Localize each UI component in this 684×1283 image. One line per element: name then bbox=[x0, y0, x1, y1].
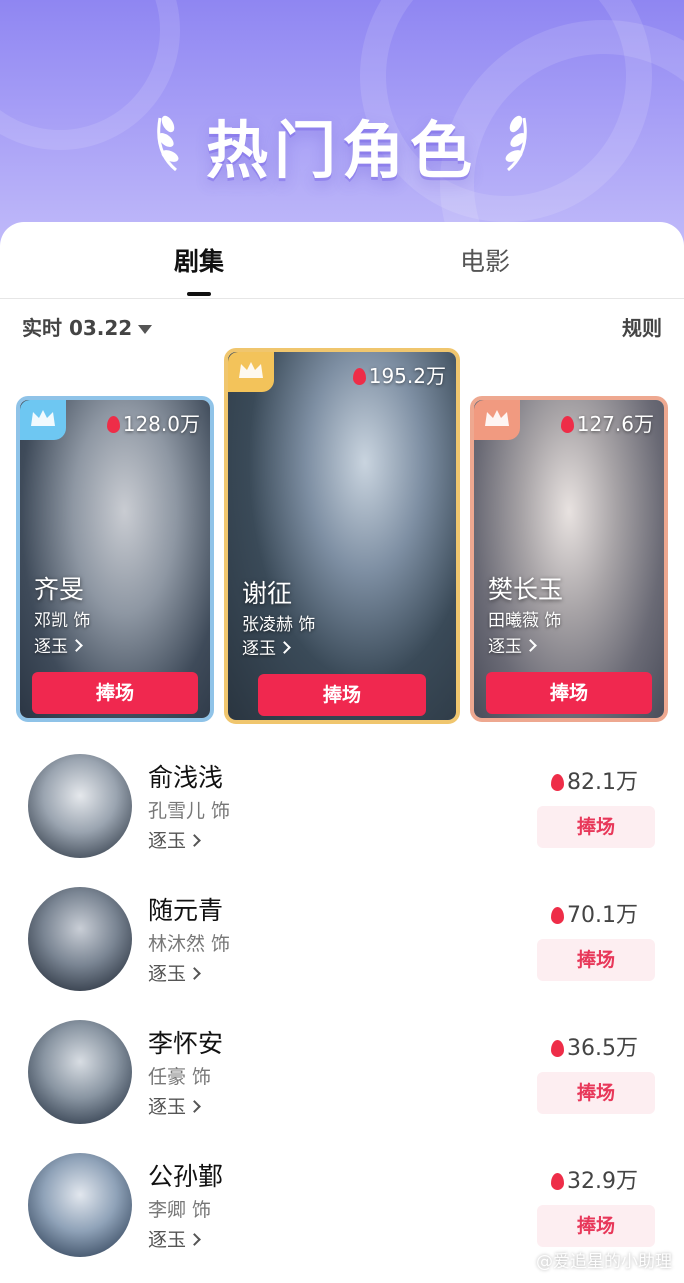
flame-icon bbox=[106, 416, 120, 433]
character-name: 李怀安 bbox=[148, 1029, 224, 1058]
cheer-button[interactable]: 捧场 bbox=[537, 806, 655, 848]
actor-name: 孔雪儿 饰 bbox=[148, 800, 231, 822]
character-photo bbox=[20, 400, 210, 718]
avatar bbox=[28, 1020, 132, 1124]
flame-icon bbox=[551, 1173, 564, 1190]
flame-icon bbox=[551, 774, 564, 791]
flame-icon bbox=[551, 1040, 564, 1057]
show-link[interactable]: 逐玉 bbox=[242, 634, 291, 659]
heat-value: 70.1万 bbox=[551, 897, 638, 929]
character-name: 俞浅浅 bbox=[148, 763, 224, 792]
character-name: 公孙鄞 bbox=[148, 1162, 224, 1191]
watermark: @爱追星的小助理 bbox=[536, 1252, 672, 1272]
cheer-button[interactable]: 捧场 bbox=[486, 672, 652, 714]
tab-series[interactable]: 剧集 bbox=[174, 242, 224, 278]
top-card-rank-1[interactable]: 195.2万 谢征 张凌赫 饰 逐玉 捧场 bbox=[224, 348, 460, 724]
heat-value: 82.1万 bbox=[551, 764, 638, 796]
heat-value: 32.9万 bbox=[551, 1163, 638, 1195]
actor-name: 张凌赫 饰 bbox=[242, 615, 316, 635]
avatar bbox=[28, 754, 132, 858]
list-item[interactable]: 随元青 林沐然 饰 逐玉 70.1万 捧场 bbox=[0, 887, 684, 1017]
top-card-rank-3[interactable]: 127.6万 樊长玉 田曦薇 饰 逐玉 捧场 bbox=[470, 396, 668, 722]
show-link[interactable]: 逐玉 bbox=[148, 1225, 201, 1252]
active-tab-indicator bbox=[187, 292, 211, 296]
show-link[interactable]: 逐玉 bbox=[34, 632, 83, 657]
character-name: 谢征 bbox=[242, 579, 293, 608]
chevron-right-icon bbox=[70, 639, 83, 652]
tab-movies[interactable]: 电影 bbox=[460, 242, 510, 278]
character-photo bbox=[474, 400, 664, 718]
character-name: 齐旻 bbox=[34, 575, 85, 604]
actor-name: 田曦薇 饰 bbox=[488, 611, 562, 631]
actor-name: 邓凯 饰 bbox=[34, 611, 91, 631]
actor-name: 任豪 饰 bbox=[148, 1066, 212, 1088]
crown-icon bbox=[239, 362, 263, 378]
heat-value: 128.0万 bbox=[106, 408, 200, 437]
avatar bbox=[28, 1153, 132, 1257]
heat-value: 127.6万 bbox=[560, 408, 654, 437]
actor-name: 李卿 饰 bbox=[148, 1199, 212, 1221]
date-selector[interactable]: 实时 03.22 bbox=[22, 312, 153, 341]
chevron-right-icon bbox=[188, 1100, 201, 1113]
cheer-button[interactable]: 捧场 bbox=[537, 1072, 655, 1114]
heat-value: 195.2万 bbox=[352, 360, 446, 389]
chevron-right-icon bbox=[188, 967, 201, 980]
heat-value: 36.5万 bbox=[551, 1030, 638, 1062]
character-photo bbox=[228, 352, 456, 720]
cheer-button[interactable]: 捧场 bbox=[32, 672, 198, 714]
flame-icon bbox=[352, 368, 366, 385]
show-link[interactable]: 逐玉 bbox=[148, 959, 201, 986]
category-tabs: 剧集 电影 bbox=[0, 222, 684, 299]
rules-link[interactable]: 规则 bbox=[622, 312, 662, 341]
character-name: 随元青 bbox=[148, 896, 224, 925]
chevron-down-icon bbox=[138, 325, 153, 334]
page-title: 热门角色 bbox=[205, 114, 478, 187]
show-link[interactable]: 逐玉 bbox=[148, 826, 201, 853]
list-item[interactable]: 俞浅浅 孔雪儿 饰 逐玉 82.1万 捧场 bbox=[0, 754, 684, 884]
date-label: 实时 03.22 bbox=[22, 316, 133, 340]
cheer-button[interactable]: 捧场 bbox=[537, 1205, 655, 1247]
header-banner: 热门角色 bbox=[0, 0, 684, 260]
chevron-right-icon bbox=[524, 639, 537, 652]
crown-icon bbox=[485, 410, 509, 426]
chevron-right-icon bbox=[278, 641, 291, 654]
flame-icon bbox=[551, 907, 564, 924]
rank-badge bbox=[228, 352, 274, 392]
rank-badge bbox=[474, 400, 520, 440]
avatar bbox=[28, 887, 132, 991]
show-link[interactable]: 逐玉 bbox=[148, 1092, 201, 1119]
character-name: 樊长玉 bbox=[488, 575, 564, 604]
rank-badge bbox=[20, 400, 66, 440]
laurel-right-icon bbox=[505, 115, 527, 172]
cheer-button[interactable]: 捧场 bbox=[258, 674, 426, 716]
cheer-button[interactable]: 捧场 bbox=[537, 939, 655, 981]
show-link[interactable]: 逐玉 bbox=[488, 632, 537, 657]
flame-icon bbox=[560, 416, 574, 433]
top-card-rank-2[interactable]: 128.0万 齐旻 邓凯 饰 逐玉 捧场 bbox=[16, 396, 214, 722]
actor-name: 林沐然 饰 bbox=[148, 933, 231, 955]
list-item[interactable]: 李怀安 任豪 饰 逐玉 36.5万 捧场 bbox=[0, 1020, 684, 1150]
chevron-right-icon bbox=[188, 1233, 201, 1246]
crown-icon bbox=[31, 410, 55, 426]
chevron-right-icon bbox=[188, 834, 201, 847]
